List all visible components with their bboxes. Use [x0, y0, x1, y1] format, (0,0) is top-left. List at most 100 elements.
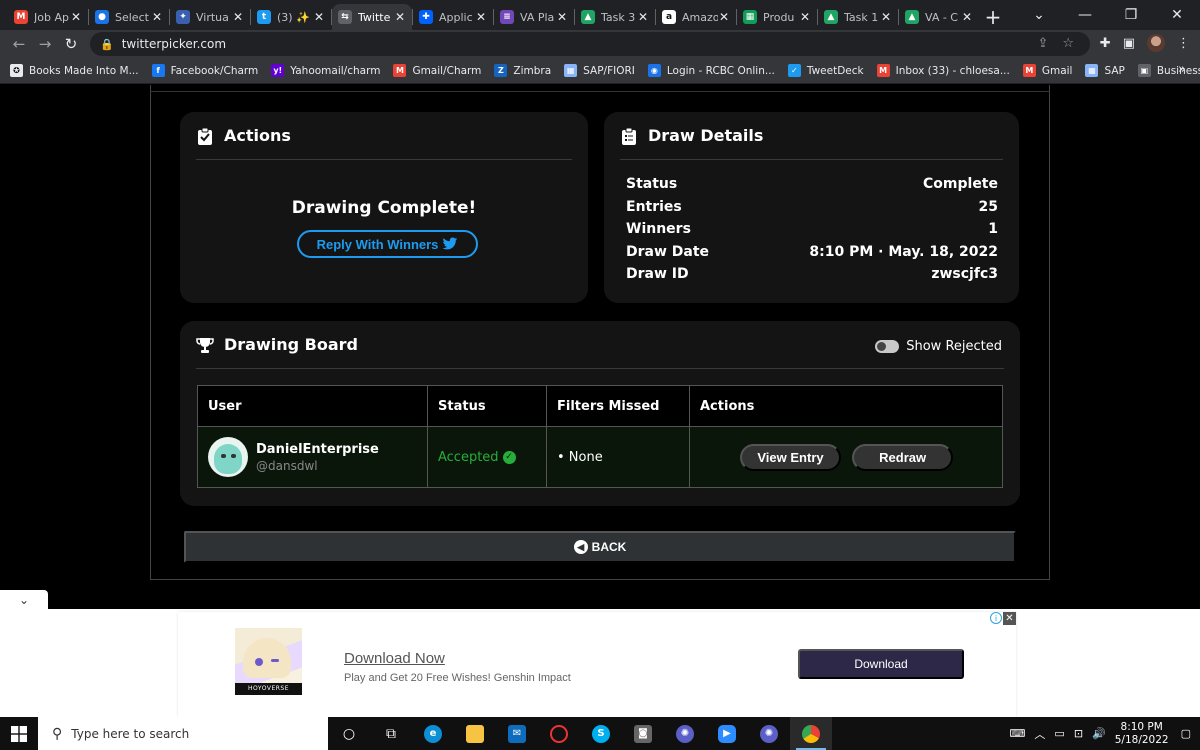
picker-icon: ⇆	[338, 10, 352, 24]
bookmarks-overflow-icon[interactable]: »	[1178, 62, 1186, 77]
network-icon[interactable]: ⊡	[1074, 727, 1083, 740]
bookmark-star-icon[interactable]: ☆	[1062, 36, 1074, 51]
tray-chevron-up-icon[interactable]: ︿	[1034, 726, 1045, 742]
browser-tab[interactable]: ● Select ✕	[89, 4, 169, 30]
record-icon[interactable]	[538, 717, 580, 750]
bookmark-item[interactable]: ▣Business Manager	[1137, 64, 1200, 77]
bookmark-item[interactable]: ✓ TweetDeck	[787, 64, 864, 77]
draw-details-card: Draw Details Status Complete Entries 25 Winn…	[604, 112, 1019, 303]
browser-tab[interactable]: ▲ Task 3 ✕	[575, 4, 655, 30]
skype-icon[interactable]: S	[580, 717, 622, 750]
detail-value: 25	[978, 198, 998, 215]
bookmark-item[interactable]: ◉ Login - RCBC Onlin...	[647, 64, 775, 77]
profile-avatar[interactable]	[1147, 34, 1165, 52]
tab-close-icon[interactable]: ✕	[313, 10, 325, 24]
back-arrow-icon[interactable]: ←	[6, 35, 32, 53]
tab-close-icon[interactable]: ✕	[232, 10, 244, 24]
zoom-icon[interactable]: ▶	[706, 717, 748, 750]
tab-close-icon[interactable]: ✕	[475, 10, 487, 24]
reply-with-winners-button[interactable]: Reply With Winners	[297, 230, 478, 258]
ad-title[interactable]: Download Now	[344, 650, 445, 667]
ad-image[interactable]: HOYOVERSE	[235, 628, 302, 695]
bookmark-item[interactable]: M Inbox (33) - chloesa...	[876, 64, 1010, 77]
bookmark-item[interactable]: f Facebook/Charm	[151, 64, 258, 77]
tab-search-icon[interactable]: ⌄	[1016, 0, 1062, 30]
minimize-button[interactable]: —	[1062, 0, 1108, 30]
user-avatar[interactable]	[208, 437, 248, 477]
edge-icon[interactable]: e	[412, 717, 454, 750]
tab-close-icon[interactable]: ✕	[799, 10, 811, 24]
detail-label: Winners	[626, 221, 691, 237]
app-gear-icon[interactable]: ✺	[664, 717, 706, 750]
browser-tab[interactable]: ▲ VA - C ✕	[899, 4, 979, 30]
tab-title: Amazo	[682, 10, 718, 24]
share-icon[interactable]: ⇪	[1037, 36, 1048, 51]
browser-tab[interactable]: t (3) ✨ ✕	[251, 4, 331, 30]
browser-tab[interactable]: ✦ Virtua ✕	[170, 4, 250, 30]
forward-arrow-icon[interactable]: →	[32, 35, 58, 53]
browser-tab[interactable]: a Amazo ✕	[656, 4, 736, 30]
keyboard-icon[interactable]: ⌨	[1010, 727, 1026, 740]
side-panel-icon[interactable]: ▣	[1123, 36, 1135, 51]
bookmark-item[interactable]: ▦ SAP	[1085, 64, 1125, 77]
cortana-icon[interactable]: ○	[328, 717, 370, 750]
lock-icon[interactable]: 🔒	[100, 38, 114, 51]
table-row: DanielEnterprise @dansdwl Accepted ✓ • N…	[197, 426, 1003, 488]
tab-close-icon[interactable]: ✕	[70, 10, 82, 24]
redraw-button[interactable]: Redraw	[852, 443, 954, 471]
system-tray: ⌨ ︿ ▭ ⊡ 🔊 8:10 PM 5/18/2022 ▢	[1010, 717, 1200, 750]
bookmark-item[interactable]: M Gmail/Charm	[393, 64, 481, 77]
tab-close-icon[interactable]: ✕	[151, 10, 163, 24]
menu-kebab-icon[interactable]: ⋮	[1177, 36, 1190, 51]
task-view-icon[interactable]: ⧉	[370, 717, 412, 750]
file-explorer-icon[interactable]	[454, 717, 496, 750]
ad-info-icon[interactable]: i	[990, 612, 1002, 624]
chrome-icon[interactable]	[790, 717, 832, 750]
tab-close-icon[interactable]: ✕	[718, 10, 730, 24]
user-name[interactable]: DanielEnterprise	[256, 442, 379, 457]
bookmark-item[interactable]: ▦ SAP/FIORI	[564, 64, 635, 77]
close-window-button[interactable]: ✕	[1154, 0, 1200, 30]
bookmark-item[interactable]: y! Yahoomail/charm	[271, 64, 380, 77]
clock[interactable]: 8:10 PM 5/18/2022	[1115, 721, 1169, 747]
extensions-puzzle-icon[interactable]: ✚	[1100, 36, 1111, 51]
camera-icon[interactable]: ◙	[622, 717, 664, 750]
browser-tab[interactable]: ✚ Applic ✕	[413, 4, 493, 30]
mail-icon[interactable]: ✉	[496, 717, 538, 750]
drive-icon: ▲	[824, 10, 838, 24]
browser-tab[interactable]: ⇆ Twitte ✕	[332, 4, 412, 30]
notifications-icon[interactable]: ▢	[1181, 727, 1191, 740]
new-tab-button[interactable]: +	[979, 4, 1007, 30]
app-gear-icon-2[interactable]: ✺	[748, 717, 790, 750]
bookmark-item[interactable]: M Gmail	[1022, 64, 1072, 77]
window-controls: ⌄ — ❐ ✕	[1016, 0, 1200, 30]
bookmark-item[interactable]: ✪ Books Made Into M...	[10, 64, 139, 77]
virtual-icon: ✦	[176, 10, 190, 24]
ad-close-icon[interactable]: ✕	[1003, 612, 1016, 625]
restore-button[interactable]: ❐	[1108, 0, 1154, 30]
tab-close-icon[interactable]: ✕	[556, 10, 568, 24]
tab-close-icon[interactable]: ✕	[394, 10, 406, 24]
address-bar[interactable]: 🔒 twitterpicker.com ⇪ ☆	[90, 32, 1090, 56]
reload-icon[interactable]: ↻	[58, 35, 84, 53]
ad-download-button[interactable]: Download	[798, 649, 964, 679]
show-rejected-toggle[interactable]	[875, 340, 900, 353]
ad-content[interactable]: HOYOVERSE Download Now Play and Get 20 F…	[178, 612, 1016, 717]
back-button[interactable]: ◀ BACK	[184, 531, 1016, 563]
volume-icon[interactable]: 🔊	[1092, 727, 1106, 740]
browser-tab[interactable]: ▲ Task 1 ✕	[818, 4, 898, 30]
status-cell: Accepted ✓	[427, 426, 547, 488]
tab-close-icon[interactable]: ✕	[880, 10, 892, 24]
tab-close-icon[interactable]: ✕	[961, 10, 973, 24]
search-icon: ⚲	[52, 725, 63, 742]
bookmark-item[interactable]: Z Zimbra	[494, 64, 551, 77]
windows-start-icon[interactable]	[0, 717, 38, 750]
view-entry-button[interactable]: View Entry	[740, 443, 841, 471]
browser-tab[interactable]: ≡ VA Pla ✕	[494, 4, 574, 30]
browser-tab[interactable]: ▦ Produ ✕	[737, 4, 817, 30]
browser-tab[interactable]: M Job Ap ✕	[8, 4, 88, 30]
tab-close-icon[interactable]: ✕	[637, 10, 649, 24]
collapse-ad-button[interactable]: ⌄	[0, 590, 48, 610]
taskbar-search-input[interactable]: ⚲ Type here to search	[38, 717, 328, 750]
battery-icon[interactable]: ▭	[1054, 727, 1064, 740]
